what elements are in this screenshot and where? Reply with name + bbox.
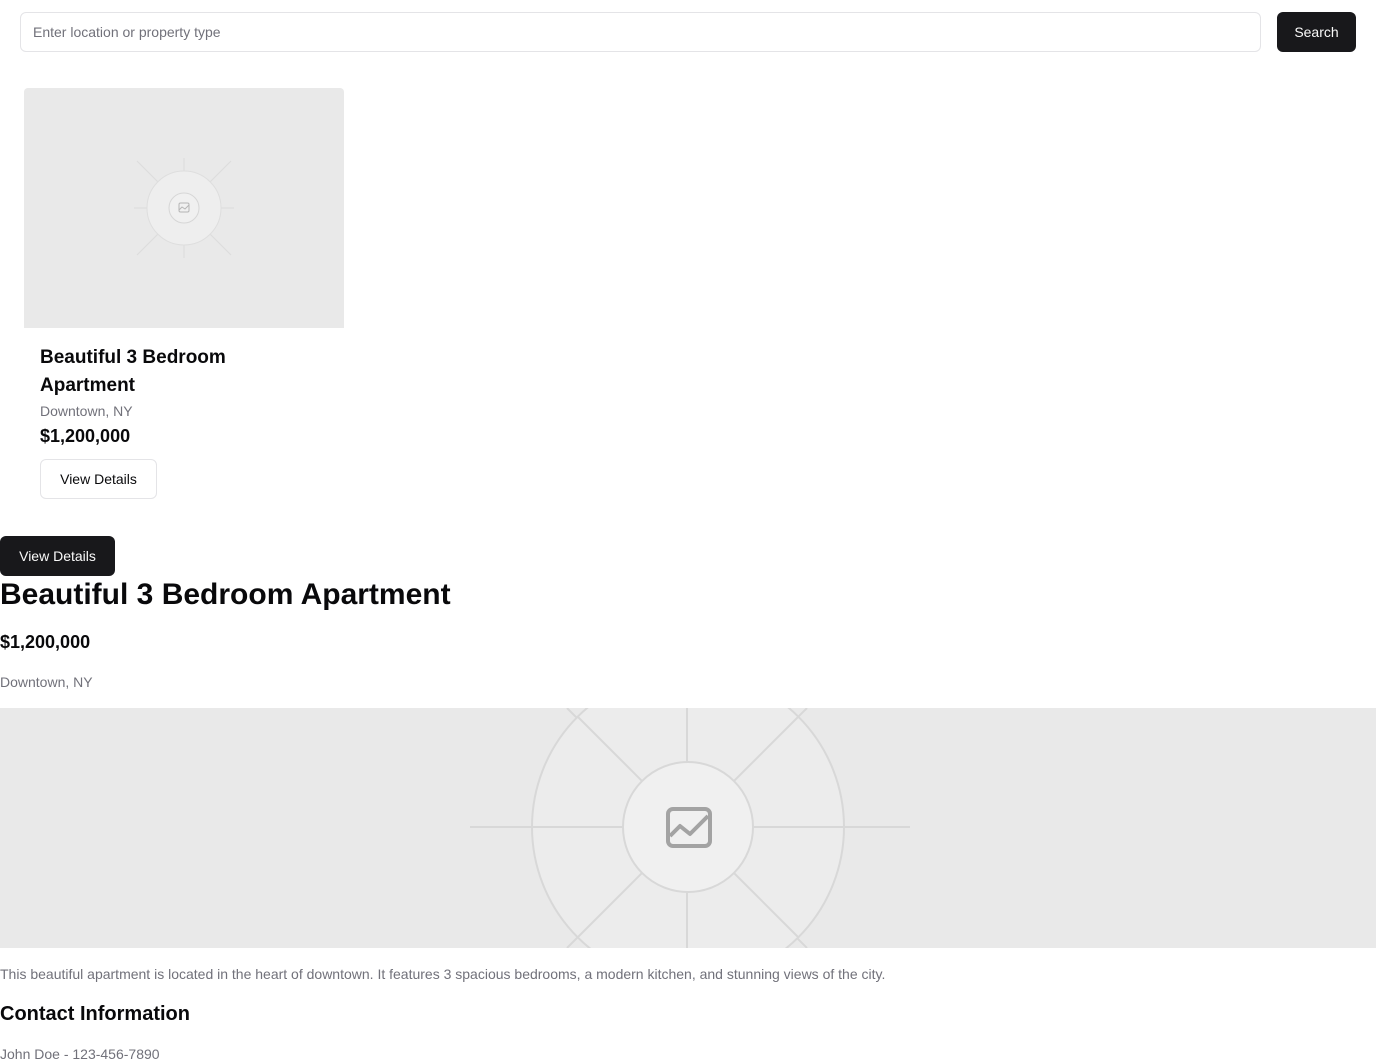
- contact-info: John Doe - 123-456-7890: [0, 1046, 160, 1062]
- page: Search Beautiful 3 Bedroom Apartment: [0, 0, 1376, 1064]
- contact-heading: Contact Information: [0, 1003, 190, 1025]
- card-view-details-button[interactable]: View Details: [40, 459, 157, 499]
- card-title: Beautiful 3 Bedroom Apartment: [40, 347, 226, 396]
- card-body: Beautiful 3 Bedroom Apartment Downtown, …: [24, 328, 344, 499]
- property-card: Beautiful 3 Bedroom Apartment Downtown, …: [24, 88, 344, 499]
- card-location: Downtown, NY: [40, 403, 133, 419]
- image-icon: [470, 708, 910, 948]
- detail-title: Beautiful 3 Bedroom Apartment: [0, 578, 451, 611]
- detail-price: $1,200,000: [0, 632, 91, 652]
- detail-location: Downtown, NY: [0, 674, 93, 690]
- view-details-button[interactable]: View Details: [0, 536, 115, 576]
- search-bar: Search: [20, 12, 1356, 52]
- image-icon: [134, 158, 234, 258]
- search-button[interactable]: Search: [1277, 12, 1356, 52]
- detail-description: This beautiful apartment is located in t…: [0, 966, 886, 982]
- search-input[interactable]: [20, 12, 1261, 52]
- card-image-placeholder: [24, 88, 344, 328]
- card-price: $1,200,000: [40, 426, 131, 446]
- detail-image-placeholder: [0, 708, 1376, 948]
